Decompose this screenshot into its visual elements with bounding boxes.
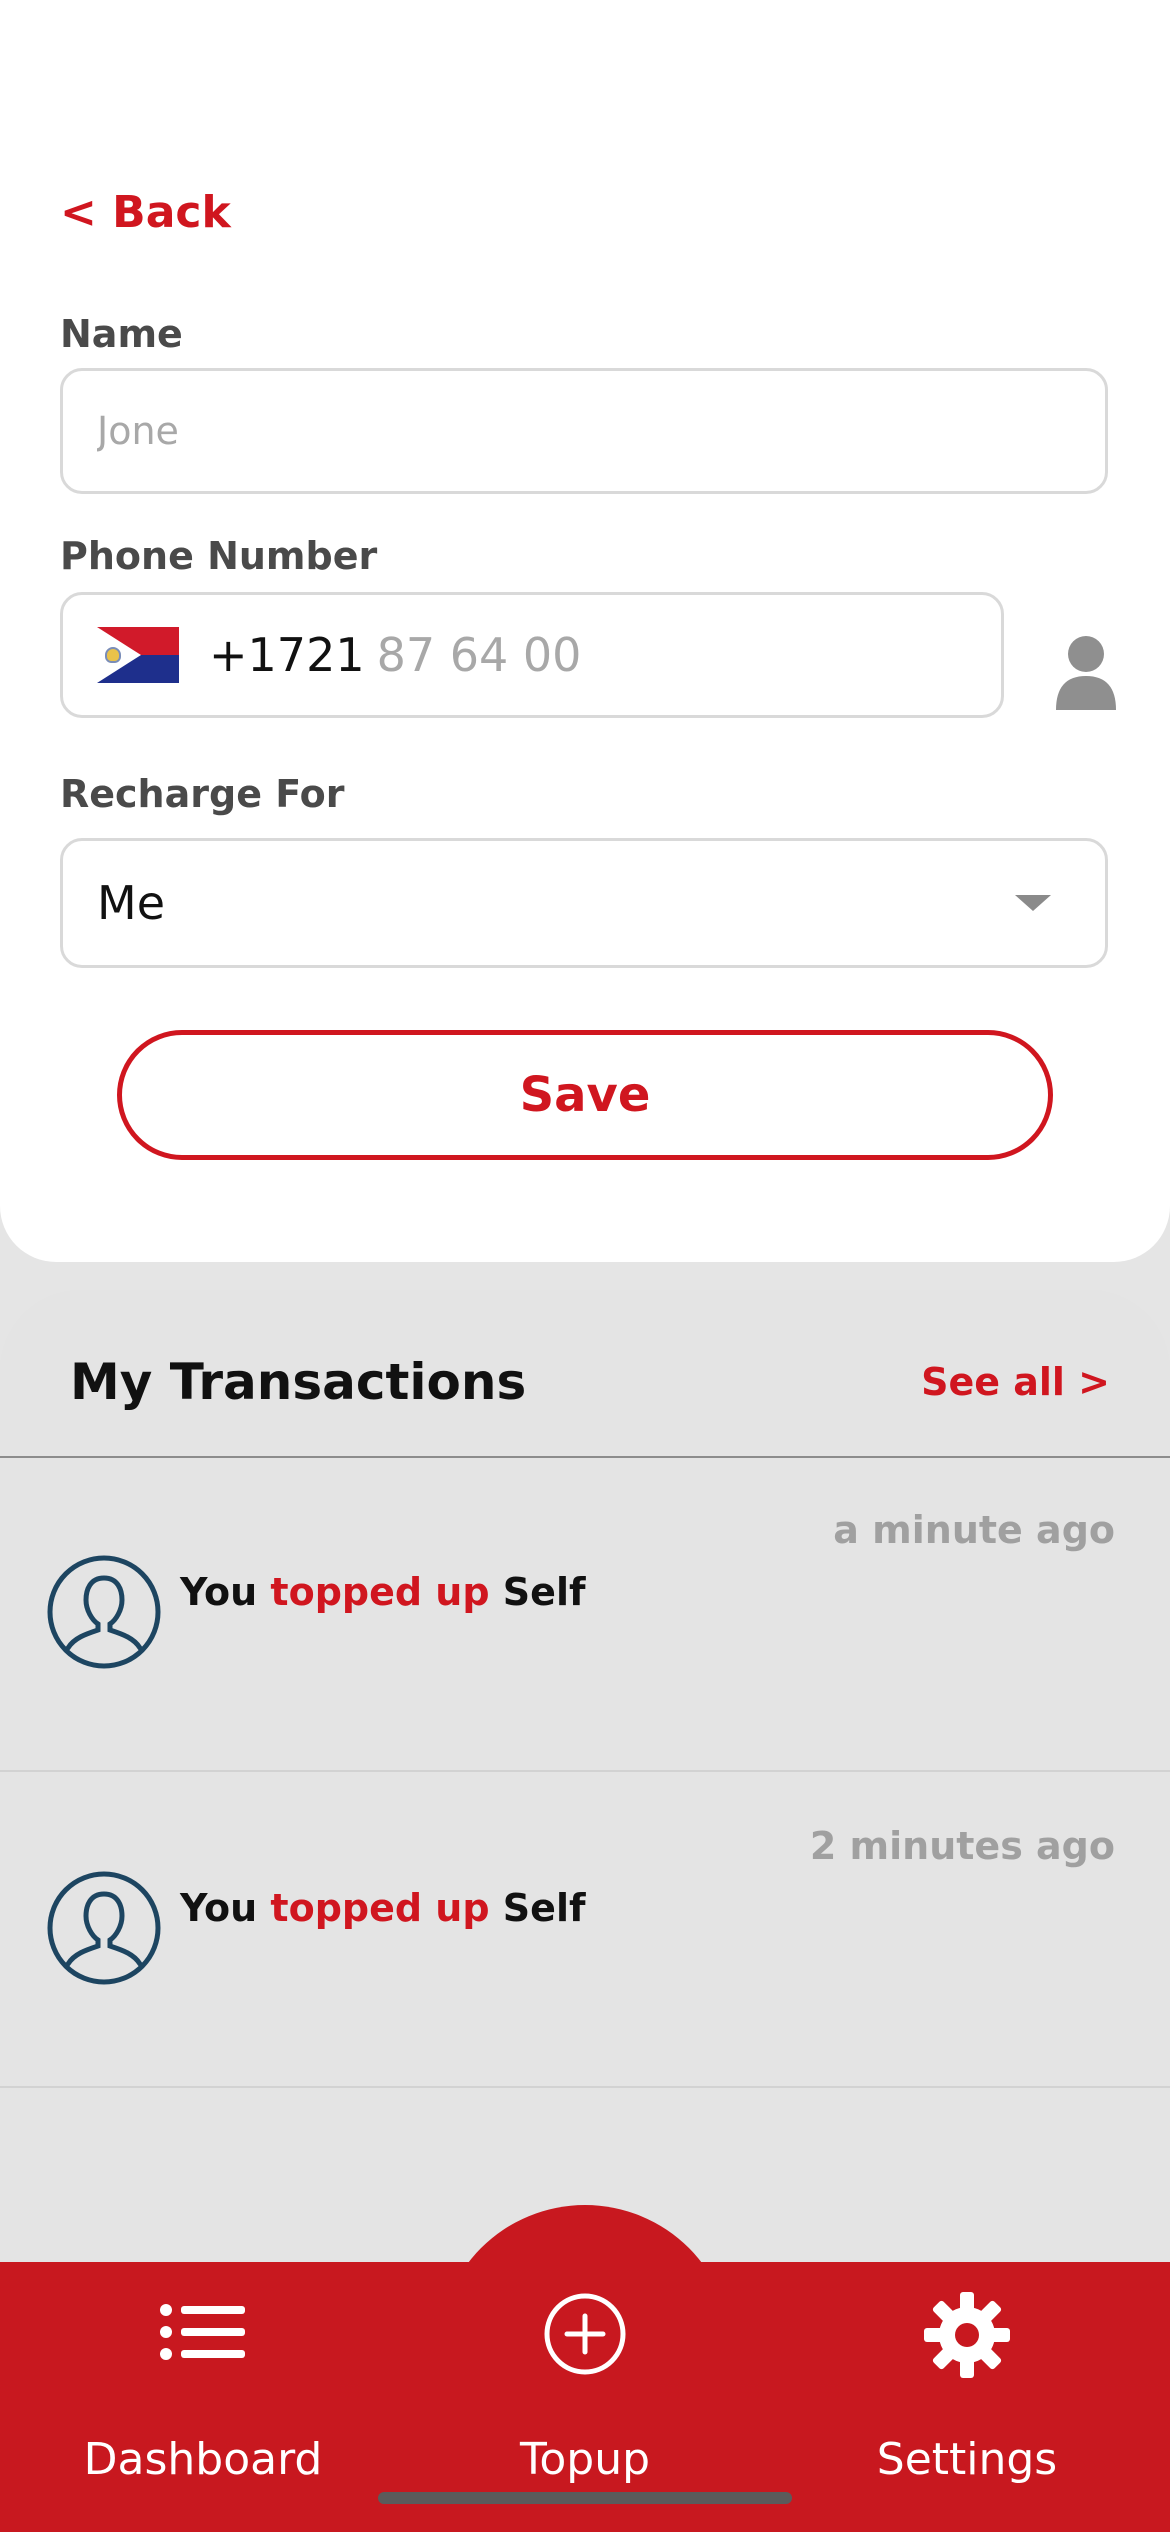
nav-item-dashboard[interactable]: Dashboard: [8, 2262, 398, 2532]
phone-number-input[interactable]: [376, 628, 937, 682]
contact-form-card: < Back Name Phone Number +1721 Recharge …: [0, 0, 1170, 1262]
sint-maarten-flag-icon[interactable]: [97, 627, 179, 683]
transaction-action: topped up: [270, 1886, 490, 1930]
home-indicator: [378, 2492, 792, 2504]
phone-number-field[interactable]: +1721: [60, 592, 1004, 718]
nav-item-settings[interactable]: Settings: [772, 2262, 1162, 2532]
transaction-time: a minute ago: [833, 1508, 1115, 1552]
plus-circle-icon: [544, 2293, 626, 2375]
recharge-for-value: Me: [97, 876, 165, 930]
save-button[interactable]: Save: [117, 1030, 1053, 1160]
nav-label-topup: Topup: [519, 2434, 651, 2485]
name-input[interactable]: [60, 368, 1108, 494]
phone-number-label: Phone Number: [60, 534, 378, 578]
transactions-title: My Transactions: [70, 1353, 527, 1411]
nav-label-dashboard: Dashboard: [83, 2434, 323, 2485]
transaction-target: Self: [502, 1886, 586, 1930]
user-avatar-icon: [47, 1555, 161, 1669]
recharge-for-select[interactable]: Me: [60, 838, 1108, 968]
transaction-actor: You: [180, 1886, 258, 1930]
transaction-action: topped up: [270, 1570, 490, 1614]
dial-code: +1721: [209, 628, 365, 682]
list-icon: [160, 2304, 245, 2360]
transaction-text: You topped up Self: [180, 1570, 586, 1614]
transaction-row[interactable]: a minute ago You topped up Self: [0, 1458, 1170, 1772]
transaction-target: Self: [502, 1570, 586, 1614]
back-button[interactable]: < Back: [60, 185, 231, 241]
nav-label-settings: Settings: [876, 2434, 1058, 2485]
transaction-actor: You: [180, 1570, 258, 1614]
chevron-down-icon: [1015, 895, 1051, 911]
transaction-row[interactable]: 2 minutes ago You topped up Self: [0, 1774, 1170, 2088]
recharge-for-label: Recharge For: [60, 772, 345, 816]
transaction-time: 2 minutes ago: [809, 1824, 1115, 1868]
see-all-link[interactable]: See all >: [921, 1356, 1110, 1408]
gear-icon: [924, 2292, 1010, 2378]
transaction-text: You topped up Self: [180, 1886, 586, 1930]
contact-picker-icon[interactable]: [1054, 632, 1118, 712]
user-avatar-icon: [47, 1871, 161, 1985]
name-label: Name: [60, 312, 183, 356]
topup-screen: < Back Name Phone Number +1721 Recharge …: [0, 0, 1170, 2532]
